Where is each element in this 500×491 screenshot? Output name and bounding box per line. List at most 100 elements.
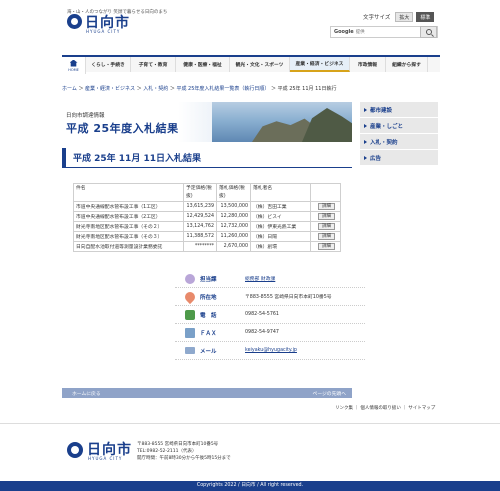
footer-address-line: 〒883-8555 宮崎県日向市本町10番5号 — [137, 442, 219, 447]
cell-name: 財光寺南地区配水管布設工事（その３） — [73, 231, 184, 242]
breadcrumb-list[interactable]: 平成 25年度入札結果一覧表（執行日順） — [176, 86, 269, 92]
fax-icon — [185, 327, 195, 338]
page-top-link[interactable]: ページの先頭へ — [313, 390, 346, 397]
gnav-item-living[interactable]: くらし・手続き — [86, 57, 131, 72]
col-header-estimate: 予定価格(税抜) — [183, 183, 217, 202]
global-nav: HOME くらし・手続き 子育て・教育 健康・医療・福祉 観光・文化・スポーツ … — [62, 55, 440, 74]
home-icon — [69, 59, 78, 67]
detail-button[interactable]: 詳細 — [318, 233, 335, 240]
footer-hours-line: 開庁時間：午前8時30分から午後5時15分まで — [137, 456, 231, 461]
breadcrumb-home[interactable]: ホーム — [62, 86, 77, 92]
search-brand: Google — [334, 29, 354, 35]
site-logo-sub: HYUGA CITY — [86, 29, 121, 34]
table-row: 日向自配水池取付道等測量設計業務委託 ******** 2,670,000 （株… — [73, 241, 341, 252]
side-item-industry[interactable]: 産業・しごと — [360, 118, 438, 134]
detail-button[interactable]: 詳細 — [318, 243, 335, 250]
detail-button[interactable]: 詳細 — [318, 213, 335, 220]
map-pin-icon — [182, 289, 198, 304]
breadcrumb-industry[interactable]: 産業・経済・ビジネス — [85, 86, 135, 92]
col-header-detail — [310, 183, 341, 202]
table-row: 財光寺南地区配水管布設工事（その３） 11,388,572 11,260,000… — [73, 231, 341, 242]
footer-address: 〒883-8555 宮崎県日向市本町10番5号 TEL:0982-52-2111… — [137, 441, 231, 462]
gnav-home[interactable]: HOME — [62, 57, 86, 74]
banner-title: 平成 25年度入札結果 — [66, 122, 179, 135]
footer-links[interactable]: リンク集 ｜ 個人情報の取り扱い ｜ サイトマップ — [335, 405, 435, 411]
footer-tel-line: TEL:0982-52-2111（代表） — [137, 449, 197, 454]
side-item-urban[interactable]: 都市建設 — [360, 102, 438, 118]
contact-label: 所在地 — [200, 294, 217, 301]
cell-winner: （株）伊東光熱工業 — [250, 221, 311, 232]
mail-icon — [185, 347, 195, 354]
back-bar: ホームに戻る ページの先頭へ — [62, 388, 352, 398]
contact-address: 〒883-8555 宮崎県日向市本町10番5号 — [245, 295, 332, 300]
breadcrumb-current: 平成 25年 11月 11日執行 — [277, 86, 337, 92]
search-input[interactable] — [355, 27, 416, 37]
breadcrumb-bidding[interactable]: 入札・契約 — [143, 86, 168, 92]
contact-label: ＦＡＸ — [200, 330, 217, 337]
detail-button[interactable]: 詳細 — [318, 203, 335, 210]
cell-detail: 詳細 — [310, 211, 341, 222]
breadcrumb: ホーム ＞ 産業・経済・ビジネス ＞ 入札・契約 ＞ 平成 25年度入札結果一覧… — [62, 85, 462, 92]
copyright: Copyrights 2022 / 日向市 / All right reserv… — [0, 481, 500, 491]
city-logo-icon — [67, 442, 83, 458]
detail-button[interactable]: 詳細 — [318, 223, 335, 230]
contact-dept-link[interactable]: 総務部 財政課 — [245, 275, 275, 282]
city-logo-icon[interactable] — [67, 14, 82, 29]
back-home-link[interactable]: ホームに戻る — [72, 390, 101, 397]
cell-estimate: 13,615,239 — [183, 201, 217, 212]
cell-detail: 詳細 — [310, 201, 341, 212]
gnav-item-health[interactable]: 健康・医療・福祉 — [176, 57, 230, 72]
page-title: 平成 25年 11月 11日入札結果 — [62, 148, 352, 168]
cell-estimate: 11,388,572 — [183, 231, 217, 242]
cell-name: 市道中央通線配水管布設工事（2工区） — [73, 211, 184, 222]
side-item-ads[interactable]: 広告 — [360, 150, 438, 166]
section-banner: 日向市調達情報 平成 25年度入札結果 — [62, 102, 352, 142]
search-button[interactable] — [420, 26, 437, 38]
phone-icon — [185, 309, 195, 320]
contact-row-tel: 電 話 0982-54-5761 — [175, 306, 365, 324]
contact-info: 担当課 総務部 財政課 所在地 〒883-8555 宮崎県日向市本町10番5号 … — [175, 270, 365, 360]
cell-detail: 詳細 — [310, 221, 341, 232]
footer-logo-sub: HYUGA CITY — [88, 456, 123, 461]
cell-name: 市道中央通線配水管布設工事（1工区） — [73, 201, 184, 212]
banner-subtitle: 日向市調達情報 — [66, 113, 105, 119]
contact-row-fax: ＦＡＸ 0982-54-9747 — [175, 324, 365, 342]
table-row: 市道中央通線配水管布設工事（1工区） 13,615,239 13,500,000… — [73, 201, 341, 212]
side-item-bidding[interactable]: 入札・契約 — [360, 134, 438, 150]
contact-label: 担当課 — [200, 276, 217, 283]
gnav-item-childcare[interactable]: 子育て・教育 — [131, 57, 176, 72]
gnav-item-org[interactable]: 組織から探す — [386, 57, 428, 72]
font-size-standard-button[interactable]: 標準 — [416, 12, 435, 22]
contact-row-mail: メール keiyaku@hyugacity.jp — [175, 342, 365, 360]
table-header-row: 件名 予定価格(税抜) 落札価格(税抜) 落札者名 — [73, 183, 341, 202]
cell-winner: （株）ビスイ — [250, 211, 311, 222]
contact-label: メール — [200, 348, 217, 355]
contact-fax: 0982-54-9747 — [245, 330, 279, 335]
results-table: 件名 予定価格(税抜) 落札価格(税抜) 落札者名 市道中央通線配水管布設工事（… — [73, 183, 341, 252]
gnav-item-cityinfo[interactable]: 市政情報 — [350, 57, 386, 72]
site-header: 海・山・人のつながり 笑顔で暮らせる日向のまち 日向市 HYUGA CITY 文… — [0, 0, 500, 52]
gnav-home-label: HOME — [68, 67, 79, 72]
contact-row-dept: 担当課 総務部 財政課 — [175, 270, 365, 288]
table-row: 市道中央通線配水管布設工事（2工区） 12,429,524 12,280,000… — [73, 211, 341, 222]
side-nav: 都市建設 産業・しごと 入札・契約 広告 — [360, 102, 438, 166]
font-size-large-button[interactable]: 拡大 — [395, 12, 414, 22]
cell-detail: 詳細 — [310, 231, 341, 242]
cell-estimate: 12,429,524 — [183, 211, 217, 222]
site-footer: 日向市 HYUGA CITY 〒883-8555 宮崎県日向市本町10番5号 T… — [0, 423, 500, 481]
font-size-label: 文字サイズ — [363, 15, 391, 21]
cell-bid: 11,260,000 — [216, 231, 251, 242]
search-icon — [425, 29, 432, 35]
gnav-item-industry[interactable]: 産業・経済・ビジネス — [290, 57, 350, 72]
cell-name: 日向自配水池取付道等測量設計業務委託 — [73, 241, 184, 252]
contact-row-address: 所在地 〒883-8555 宮崎県日向市本町10番5号 — [175, 288, 365, 306]
col-header-bid: 落札価格(税抜) — [216, 183, 251, 202]
cell-detail: 詳細 — [310, 241, 341, 252]
gnav-item-tourism[interactable]: 観光・文化・スポーツ — [230, 57, 290, 72]
cell-bid: 2,670,000 — [216, 241, 251, 252]
table-row: 財光寺南地区配水管布設工事（その２） 13,124,762 12,732,000… — [73, 221, 341, 232]
breadcrumb-sep: ＞ — [269, 86, 278, 92]
cell-winner: （株）創環 — [250, 241, 311, 252]
cell-estimate: ******** — [183, 241, 217, 252]
contact-mail-link[interactable]: keiyaku@hyugacity.jp — [245, 348, 297, 353]
